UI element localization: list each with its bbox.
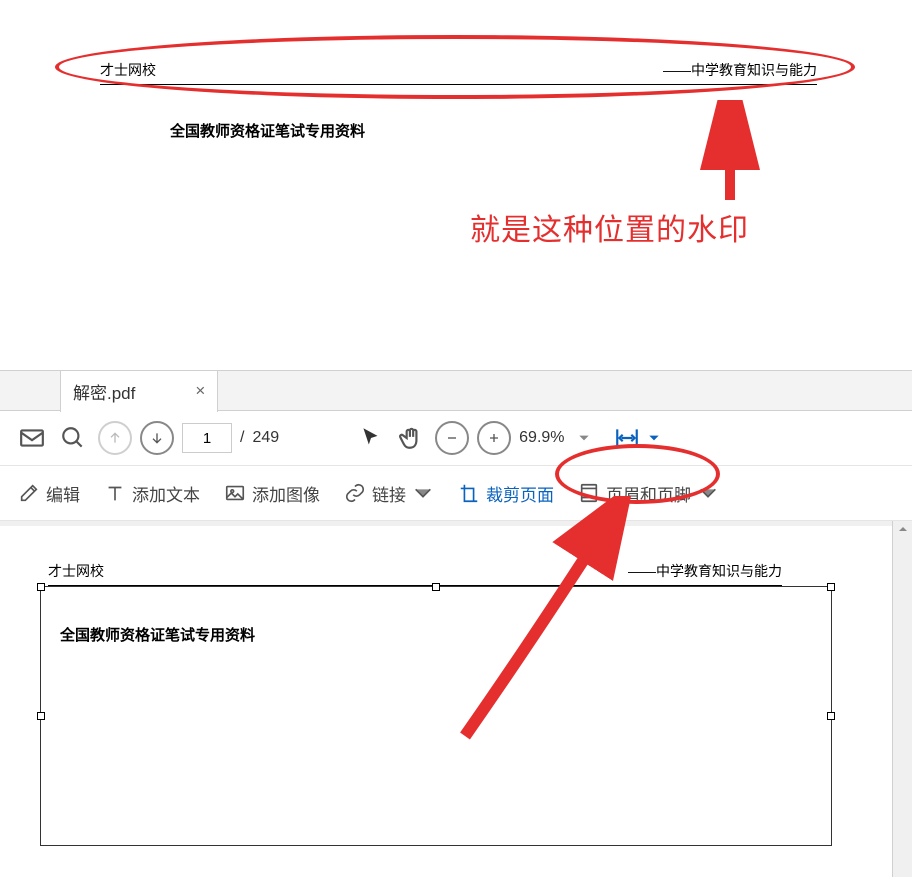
- crop-page-button[interactable]: 裁剪页面: [448, 475, 564, 512]
- crop-handle-ne[interactable]: [827, 583, 835, 591]
- header-footer-button[interactable]: 页眉和页脚: [568, 475, 729, 512]
- page-header: 才士网校 ——中学教育知识与能力: [48, 561, 782, 586]
- add-image-button[interactable]: 添加图像: [214, 475, 330, 512]
- document-tab[interactable]: 解密.pdf ×: [60, 370, 218, 412]
- annotation-label: 就是这种位置的水印: [470, 205, 749, 249]
- prev-page-button[interactable]: [98, 421, 132, 455]
- page-separator: /: [240, 429, 244, 447]
- add-text-button[interactable]: 添加文本: [94, 475, 210, 512]
- page-header-left: 才士网校: [48, 561, 104, 581]
- edit-toolbar: 编辑 添加文本 添加图像 链接 裁剪页面 页眉和页脚: [0, 466, 912, 521]
- tab-title: 解密.pdf: [73, 379, 135, 404]
- page-header-right: ——中学教育知识与能力: [628, 561, 782, 581]
- fit-width-icon[interactable]: [611, 422, 643, 454]
- tab-close-button[interactable]: ×: [195, 381, 205, 401]
- zoom-value-label: 69.9%: [519, 429, 564, 447]
- zoom-level-dropdown[interactable]: 69.9%: [519, 429, 590, 447]
- link-button[interactable]: 链接: [334, 475, 444, 512]
- page-number-input[interactable]: [182, 423, 232, 453]
- mail-icon[interactable]: [16, 422, 48, 454]
- link-label: 链接: [372, 481, 406, 506]
- zoom-out-button[interactable]: [435, 421, 469, 455]
- chevron-down-icon[interactable]: [647, 431, 661, 445]
- chevron-down-icon: [412, 482, 434, 504]
- edit-label: 编辑: [46, 481, 80, 506]
- tab-bar: 解密.pdf ×: [0, 371, 912, 411]
- document-subtitle: 全国教师资格证笔试专用资料: [170, 120, 365, 141]
- chevron-down-icon: [577, 431, 591, 445]
- pointer-icon[interactable]: [355, 422, 387, 454]
- crop-handle-n[interactable]: [432, 583, 440, 591]
- crop-handle-nw[interactable]: [37, 583, 45, 591]
- crop-handle-e[interactable]: [827, 712, 835, 720]
- main-toolbar: / 249 69.9%: [0, 411, 912, 466]
- next-page-button[interactable]: [140, 421, 174, 455]
- annotation-ellipse: [55, 35, 855, 99]
- crop-handle-w[interactable]: [37, 712, 45, 720]
- vertical-scrollbar[interactable]: [892, 521, 912, 877]
- chevron-down-icon: [697, 482, 719, 504]
- scroll-up-icon[interactable]: [897, 523, 909, 535]
- pdf-editor-window: 解密.pdf × / 249: [0, 370, 912, 876]
- hand-tool-icon[interactable]: [395, 422, 427, 454]
- annotation-arrow-icon: [700, 100, 760, 210]
- zoom-in-button[interactable]: [477, 421, 511, 455]
- crop-page-label: 裁剪页面: [486, 481, 554, 506]
- add-image-label: 添加图像: [252, 481, 320, 506]
- edit-button[interactable]: 编辑: [8, 475, 90, 512]
- top-annotated-preview: 才士网校 ——中学教育知识与能力 全国教师资格证笔试专用资料 就是这种位置的水印: [0, 0, 912, 370]
- document-view: 才士网校 ——中学教育知识与能力 全国教师资格证笔试专用资料: [0, 521, 912, 877]
- add-text-label: 添加文本: [132, 481, 200, 506]
- page-total-label: 249: [252, 429, 279, 447]
- header-footer-label: 页眉和页脚: [606, 481, 691, 506]
- page-subtitle: 全国教师资格证笔试专用资料: [60, 624, 255, 645]
- zoom-search-icon[interactable]: [56, 421, 90, 455]
- document-page[interactable]: 才士网校 ——中学教育知识与能力 全国教师资格证笔试专用资料: [0, 526, 892, 877]
